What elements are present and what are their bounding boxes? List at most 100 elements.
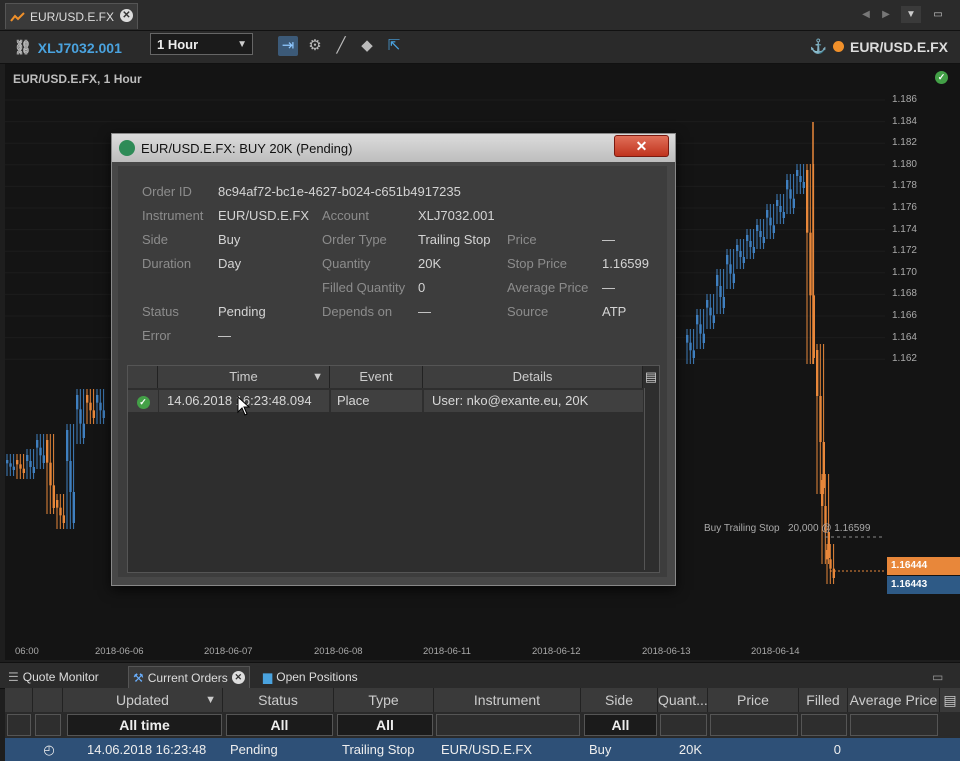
candle-body	[9, 463, 12, 467]
candle-body	[806, 170, 809, 233]
eraser-icon[interactable]: ◆	[357, 36, 377, 56]
ask-price-tag: 1.16444	[887, 557, 960, 575]
filter-avg-price[interactable]	[850, 714, 938, 736]
y-tick-label: 1.168	[891, 288, 917, 300]
price-field-label: Price	[507, 232, 537, 247]
col-instrument[interactable]: Instrument	[434, 688, 581, 712]
candle-body	[692, 350, 695, 358]
tab-current-orders[interactable]: ⚒ Current Orders ✕	[128, 666, 250, 688]
candle-body	[766, 210, 769, 218]
filter-type[interactable]: All	[337, 714, 433, 736]
col-updated[interactable]: Updated ▼	[63, 688, 223, 712]
panel-menu-icon[interactable]: ▭	[932, 666, 943, 687]
filter-instrument[interactable]	[436, 714, 580, 736]
candle-body	[789, 189, 792, 199]
event-type-cell[interactable]: Place	[331, 390, 422, 412]
row-instrument: EUR/USD.E.FX	[441, 742, 533, 757]
gear-icon[interactable]: ⚙	[305, 36, 325, 56]
candle-body	[746, 235, 749, 241]
candle-body	[42, 455, 45, 463]
order-id-label: Order ID	[142, 184, 192, 199]
candle-body	[32, 467, 35, 473]
candle-body	[832, 568, 835, 578]
scroll-right-icon[interactable]: ▶	[876, 6, 896, 23]
col-price[interactable]: Price	[708, 688, 799, 712]
details-column-header[interactable]: Details	[423, 366, 643, 388]
filter-side[interactable]: All	[584, 714, 657, 736]
tab-quote-monitor-label: Quote Monitor	[22, 669, 99, 684]
filter-blank-2	[35, 714, 61, 736]
column-chooser-icon[interactable]: ▤	[643, 366, 659, 388]
candle-body	[816, 350, 819, 396]
maximize-icon[interactable]: ▭	[928, 6, 948, 23]
candle-body	[756, 225, 759, 231]
candle-body	[796, 170, 799, 176]
instrument-field-value: EUR/USD.E.FX	[218, 208, 310, 223]
column-chooser-icon[interactable]: ▤	[940, 688, 960, 712]
stop-price-label: Stop Price	[507, 256, 567, 271]
x-tick-label: 2018-06-12	[532, 646, 581, 657]
filter-filled[interactable]	[801, 714, 847, 736]
close-button[interactable]: ✕	[614, 135, 669, 157]
y-tick-label: 1.170	[891, 266, 917, 278]
candle-body	[709, 307, 712, 316]
grid-scrollbar[interactable]	[644, 388, 659, 570]
candle-body	[706, 300, 709, 308]
order-type-label: Order Type	[322, 232, 387, 247]
candle-body	[29, 461, 32, 467]
time-column-header[interactable]: Time ▼	[158, 366, 330, 388]
y-tick-label: 1.182	[891, 137, 917, 149]
order-events-grid: Time ▼ Event Details ▤ ✓ 14.06.2018 16:2…	[127, 365, 660, 573]
close-tab-icon[interactable]: ✕	[120, 9, 133, 22]
popout-icon[interactable]: ⇱	[384, 36, 404, 56]
table-row[interactable]: ◴ 14.06.2018 16:23:48 Pending Trailing S…	[5, 738, 960, 761]
tab-menu-icon[interactable]: ▼	[901, 6, 921, 23]
dialog-titlebar[interactable]: EUR/USD.E.FX: BUY 20K (Pending) ✕	[112, 134, 675, 162]
price-field-value: —	[602, 232, 615, 247]
close-tab-icon[interactable]: ✕	[231, 671, 245, 684]
order-type-value: Trailing Stop	[418, 232, 491, 247]
candle-body	[22, 468, 25, 473]
chevron-down-icon: ▼	[237, 39, 247, 50]
col-type[interactable]: Type	[334, 688, 434, 712]
filter-status[interactable]: All	[226, 714, 333, 736]
col-avg-price[interactable]: Average Price	[848, 688, 940, 712]
row-filled: 0	[833, 742, 841, 757]
tab-quote-monitor[interactable]: ☰ Quote Monitor	[8, 666, 99, 687]
candle-body	[26, 455, 29, 461]
event-details-cell[interactable]: User: nko@exante.eu, 20K	[424, 390, 643, 412]
col-filled[interactable]: Filled	[799, 688, 848, 712]
timeframe-select[interactable]: 1 Hour ▼	[150, 33, 253, 55]
filter-quantity[interactable]	[660, 714, 707, 736]
chart-tab[interactable]: EUR/USD.E.FX ✕	[5, 3, 138, 29]
y-tick-label: 1.174	[891, 223, 917, 235]
row-type: Trailing Stop	[342, 742, 415, 757]
candle-body	[802, 182, 805, 188]
tab-open-positions[interactable]: ▆ Open Positions	[263, 666, 358, 687]
check-icon: ✓	[136, 395, 150, 409]
candle-body	[712, 315, 715, 323]
candle-body	[69, 461, 72, 492]
status-field-label: Status	[142, 304, 179, 319]
sort-desc-icon: ▼	[205, 694, 216, 706]
col-status[interactable]: Status	[223, 688, 334, 712]
event-column-header[interactable]: Event	[330, 366, 423, 388]
scroll-left-icon[interactable]: ◀	[856, 6, 876, 23]
filter-price[interactable]	[710, 714, 798, 736]
draw-line-icon[interactable]: ╱	[331, 36, 351, 56]
order-entry-icon[interactable]: ⇥	[278, 36, 298, 56]
candle-body	[696, 315, 699, 325]
col-quantity[interactable]: Quant...	[658, 688, 708, 712]
quantity-value: 20K	[418, 256, 442, 271]
instrument-indicator[interactable]: ⚓ EUR/USD.E.FX	[810, 38, 948, 55]
candle-body	[59, 507, 62, 516]
event-status-cell: ✓	[128, 390, 158, 412]
window-tab-bar: EUR/USD.E.FX ✕ ◀ ▶ ▼ ▭	[0, 0, 960, 31]
filter-updated[interactable]: All time	[67, 714, 222, 736]
account-link[interactable]: ⛓ XLJ7032.001	[14, 39, 122, 56]
order-id-value: 8c94af72-bc1e-4627-b024-c651b4917235	[218, 184, 461, 199]
col-side[interactable]: Side	[581, 688, 658, 712]
candle-body	[702, 333, 705, 343]
y-tick-label: 1.180	[891, 158, 917, 170]
error-label: Error	[142, 328, 171, 343]
